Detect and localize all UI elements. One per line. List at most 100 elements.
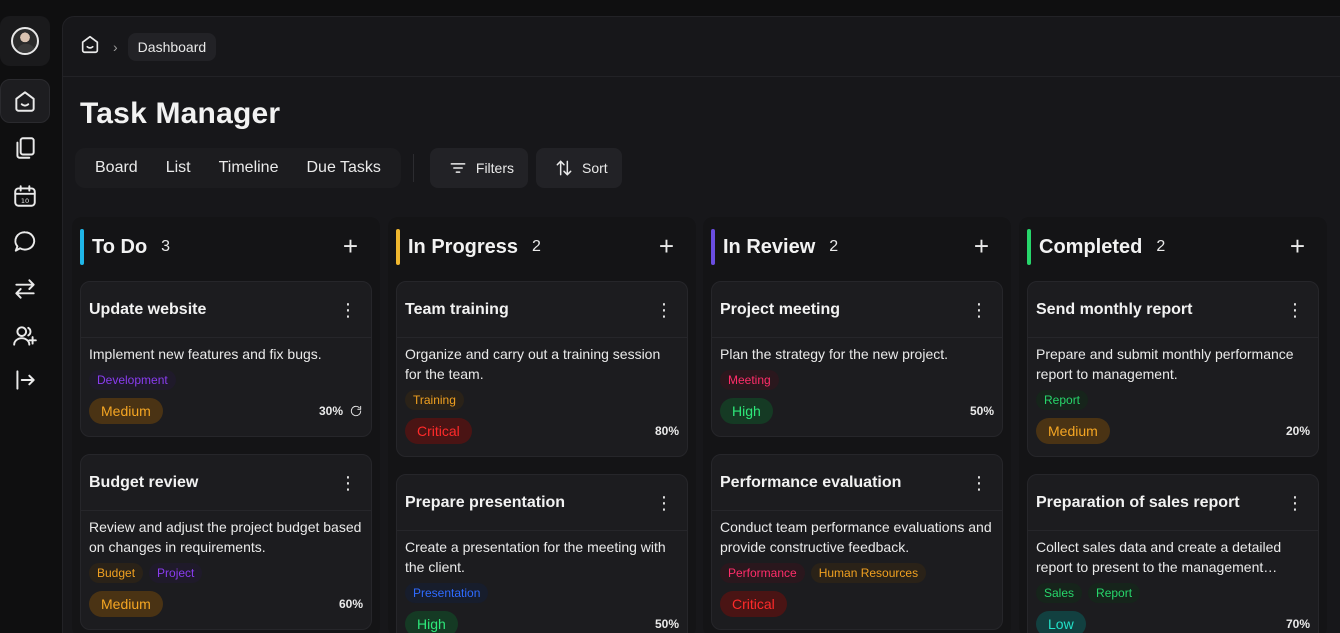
task-card-body: Conduct team performance evaluations and… [712,511,1002,629]
task-progress-value: 20% [1285,424,1310,438]
task-footer: Critical 80% [405,418,679,456]
priority-badge: Critical [405,418,472,444]
task-title: Team training [405,300,509,318]
column-title: To Do [92,235,148,258]
task-title: Performance evaluation [720,473,902,491]
task-card-header: Update website ⋮ [81,282,371,338]
task-tag: Presentation [405,583,489,603]
sidebar-item-logout[interactable] [0,358,50,402]
column-header: In Progress 2 [396,229,541,265]
task-card[interactable]: Send monthly report ⋮ Prepare and submit… [1027,281,1319,457]
task-card[interactable]: Budget review ⋮ Review and adjust the pr… [80,454,372,630]
more-options-icon[interactable]: ⋮ [1286,301,1304,319]
column-header: In Review 2 [711,229,838,265]
add-task-button[interactable]: + [1290,233,1305,259]
sidebar-item-calendar[interactable]: 10 [0,174,50,218]
task-tags: Presentation [405,583,679,603]
task-card[interactable]: Team training ⋮ Organize and carry out a… [396,281,688,457]
column-count: 2 [1156,238,1166,255]
task-progress: 60% [339,597,363,611]
column-color-bar [1027,229,1031,265]
task-footer: Medium 30% [89,398,363,436]
priority-badge: Medium [89,398,163,424]
sidebar-item-home[interactable] [0,79,50,123]
sidebar-item-transfer[interactable] [0,267,50,311]
kanban-board: To Do 3 + Update website ⋮ Implement new… [72,217,1340,633]
transfer-icon [15,279,35,299]
chevron-right-icon: › [113,38,118,55]
column-title: Completed [1039,235,1143,258]
task-description: Implement new features and fix bugs. [89,346,322,362]
task-progress-value: 60% [338,597,363,611]
task-card[interactable]: Performance evaluation ⋮ Conduct team pe… [711,454,1003,630]
column-header: Completed 2 [1027,229,1165,265]
more-options-icon[interactable]: ⋮ [1286,494,1304,512]
task-progress-value: 70% [1285,617,1310,631]
task-card-header: Send monthly report ⋮ [1028,282,1318,338]
task-description: Conduct team performance evaluations and… [720,519,992,555]
task-progress: 20% [1286,424,1310,438]
task-progress: 70% [1286,617,1310,631]
task-title: Update website [89,300,207,318]
priority-badge: Low [1036,611,1086,633]
tab-due-tasks[interactable]: Due Tasks [292,148,394,188]
sort-button[interactable]: Sort [536,148,622,188]
task-card-body: Review and adjust the project budget bas… [81,511,371,629]
task-tag: Performance [720,563,805,583]
breadcrumb-home[interactable] [79,33,101,60]
task-tag: Report [1088,583,1141,603]
task-footer: High 50% [405,611,679,633]
task-footer: Medium 20% [1036,418,1310,456]
task-progress: 30% [319,404,363,418]
filters-button[interactable]: Filters [429,148,529,188]
page-title: Task Manager [80,97,281,130]
tab-board[interactable]: Board [81,148,152,188]
add-task-button[interactable]: + [974,233,989,259]
task-card-body: Create a presentation for the meeting wi… [397,531,687,633]
task-card[interactable]: Prepare presentation ⋮ Create a presenta… [396,474,688,633]
breadcrumb-current[interactable]: Dashboard [127,32,217,61]
task-card[interactable]: Update website ⋮ Implement new features … [80,281,372,437]
sidebar-item-add-user[interactable] [0,314,50,358]
add-task-button[interactable]: + [343,233,358,259]
task-progress: 50% [655,617,679,631]
sidebar-item-chat[interactable] [0,220,50,264]
more-options-icon[interactable]: ⋮ [339,474,357,492]
tab-list[interactable]: List [152,148,205,188]
column-title: In Progress [408,235,519,258]
calendar-day: 10 [21,197,29,205]
add-task-button[interactable]: + [659,233,674,259]
main-panel: › Dashboard Task Manager Board List Time… [62,16,1340,633]
task-progress-value: 50% [654,617,679,631]
more-options-icon[interactable]: ⋮ [970,301,988,319]
documents-icon [16,137,35,159]
task-tag: Budget [89,563,144,583]
refresh-icon [350,405,362,417]
task-tags: Sales Report [1036,583,1310,603]
column-in-review: In Review 2 + Project meeting ⋮ Plan the… [703,217,1011,633]
more-options-icon[interactable]: ⋮ [970,474,988,492]
task-tags: Report [1036,390,1310,410]
more-options-icon[interactable]: ⋮ [655,301,673,319]
task-tags: Training [405,390,679,410]
avatar-button[interactable] [0,16,50,66]
task-tag: Sales [1036,583,1083,603]
task-card-body: Plan the strategy for the new project. M… [712,338,1002,436]
task-description: Prepare and submit monthly performance r… [1036,346,1294,382]
task-tag: Human Resources [810,563,927,583]
tab-timeline[interactable]: Timeline [205,148,293,188]
task-card[interactable]: Project meeting ⋮ Plan the strategy for … [711,281,1003,437]
sidebar-item-documents[interactable] [0,126,50,170]
column-count: 2 [532,238,541,255]
task-card-header: Preparation of sales report ⋮ [1028,475,1318,531]
task-card[interactable]: Preparation of sales report ⋮ Collect sa… [1027,474,1319,633]
column-color-bar [396,229,400,265]
more-options-icon[interactable]: ⋮ [655,494,673,512]
task-tags: Performance Human Resources [720,563,994,583]
task-card-body: Organize and carry out a training sessio… [397,338,687,456]
task-card-body: Prepare and submit monthly performance r… [1028,338,1318,456]
column-to-do: To Do 3 + Update website ⋮ Implement new… [72,217,380,633]
filter-icon [450,163,466,173]
sort-label: Sort [582,160,608,176]
more-options-icon[interactable]: ⋮ [339,301,357,319]
